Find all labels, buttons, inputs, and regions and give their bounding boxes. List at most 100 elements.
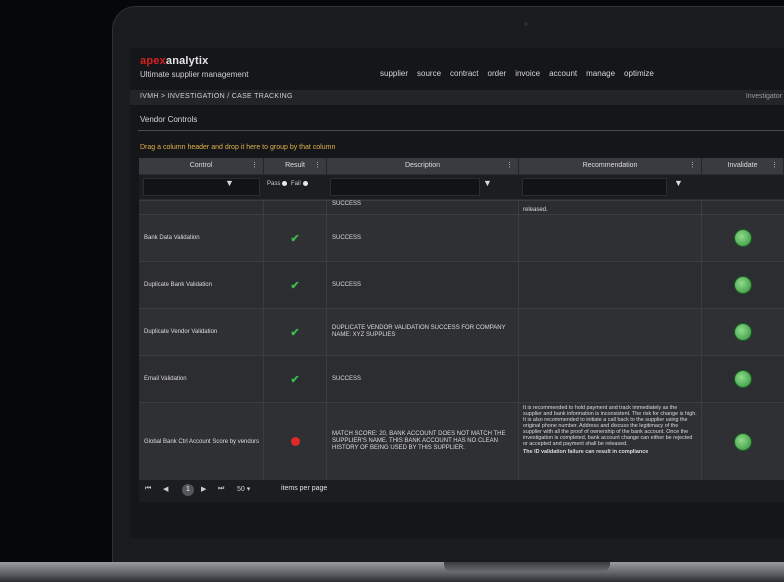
result-cell: ✔ <box>264 309 327 355</box>
recommendation-filter-input[interactable] <box>522 178 667 196</box>
description-filter-input[interactable] <box>330 178 480 196</box>
pass-check-icon: ✔ <box>290 232 300 245</box>
fail-label: Fail <box>291 181 301 188</box>
column-header-result[interactable]: Result ⋮ <box>264 158 327 174</box>
control-cell: Bank Data Validation <box>139 215 264 261</box>
fail-status-icon <box>290 437 300 446</box>
chevron-down-icon: ▾ <box>246 486 251 493</box>
vendor-controls-grid: Control ⋮ Result ⋮ Description ⋮ Recommenda… <box>139 158 784 502</box>
table-row[interactable]: Duplicate Bank Validation ✔ SUCCESS <box>139 261 784 308</box>
table-row[interactable]: Email Validation ✔ SUCCESS <box>139 355 784 402</box>
control-cell: Global Bank Ctrl Account Score by vendor… <box>139 403 264 480</box>
filter-icon[interactable]: ▼ <box>483 178 492 188</box>
invalidate-cell <box>702 262 784 308</box>
last-page-button[interactable]: ⏭ <box>218 485 224 493</box>
description-cell: SUCCESS <box>327 201 519 214</box>
pass-check-icon: ✔ <box>290 326 300 339</box>
next-page-button[interactable]: ▶ <box>201 485 206 493</box>
filter-row: ▼ Pass Fail ▼ ▼ <box>139 175 784 199</box>
control-cell: Duplicate Bank Validation <box>139 262 264 308</box>
invalidate-cell <box>702 309 784 355</box>
fail-radio[interactable] <box>302 181 308 186</box>
description-cell: SUCCESS <box>327 262 519 308</box>
column-label: Description <box>404 162 440 169</box>
invalidate-globe-icon[interactable] <box>734 276 752 294</box>
invalidate-cell <box>702 403 784 480</box>
column-menu-icon[interactable]: ⋮ <box>506 158 513 174</box>
recommendation-cell: released. <box>519 201 702 214</box>
control-filter-input[interactable] <box>143 178 260 196</box>
main-nav: supplier source contract order invoice a… <box>380 69 654 78</box>
camera-icon <box>524 22 528 26</box>
items-per-page-label: items per page <box>281 485 328 492</box>
group-by-hint[interactable]: Drag a column header and drop it here to… <box>140 144 335 151</box>
page-size-select[interactable]: 50 ▾ <box>237 485 250 493</box>
column-label: Result <box>285 162 305 169</box>
result-cell <box>264 201 327 214</box>
table-row[interactable]: Duplicate Vendor Validation ✔ DUPLICATE … <box>139 308 784 355</box>
column-header-control[interactable]: Control ⋮ <box>139 158 264 174</box>
invalidate-cell <box>702 356 784 402</box>
column-menu-icon[interactable]: ⋮ <box>771 158 778 174</box>
column-label: Control <box>189 162 213 169</box>
nav-account[interactable]: account <box>549 69 577 78</box>
recommendation-trailing-text: The ID validation failure can result in … <box>523 449 649 455</box>
pass-label: Pass <box>267 181 281 188</box>
recommendation-text: It is recommended to hold payment and tr… <box>523 405 697 447</box>
screen: apexanalytix Ultimate supplier managemen… <box>130 48 784 538</box>
nav-supplier[interactable]: supplier <box>380 69 408 78</box>
nav-invoice[interactable]: invoice <box>515 69 540 78</box>
column-header-invalidate[interactable]: Invalidate ⋮ <box>702 158 784 174</box>
first-page-button[interactable]: ⏮ <box>145 485 151 493</box>
pass-radio[interactable] <box>282 181 288 186</box>
invalidate-cell <box>702 201 784 214</box>
description-cell: MATCH SCORE: 20, BANK ACCOUNT DOES NOT M… <box>327 403 519 480</box>
pass-check-icon: ✔ <box>290 279 300 292</box>
nav-contract[interactable]: contract <box>450 69 478 78</box>
current-page-button[interactable]: 1 <box>182 484 194 496</box>
column-menu-icon[interactable]: ⋮ <box>314 158 321 174</box>
table-row[interactable]: Bank Data Validation ✔ SUCCESS <box>139 214 784 261</box>
column-menu-icon[interactable]: ⋮ <box>251 158 258 174</box>
column-label: Recommendation <box>582 162 638 169</box>
recommendation-text: released. <box>523 207 548 213</box>
nav-optimize[interactable]: optimize <box>624 69 654 78</box>
control-cell: Duplicate Vendor Validation <box>139 309 264 355</box>
description-cell: SUCCESS <box>327 215 519 261</box>
description-cell: SUCCESS <box>327 356 519 402</box>
table-row[interactable]: Global Bank Ctrl Account Score by vendor… <box>139 402 784 480</box>
table-row-partial: SUCCESS released. <box>139 200 784 214</box>
invalidate-globe-icon[interactable] <box>734 370 752 388</box>
section-title: Vendor Controls <box>140 115 198 124</box>
invalidate-cell <box>702 215 784 261</box>
nav-order[interactable]: order <box>488 69 507 78</box>
breadcrumb-bar: IVMH > INVESTIGATION / CASE TRACKING Inv… <box>130 90 784 105</box>
invalidate-globe-icon[interactable] <box>734 229 752 247</box>
logo-part2: analytix <box>165 55 209 67</box>
nav-source[interactable]: source <box>417 69 441 78</box>
invalidate-globe-icon[interactable] <box>734 432 752 451</box>
pager: ⏮ ◀ 1 ▶ ⏭ 50 ▾ items per page <box>139 480 784 502</box>
filter-icon[interactable]: ▼ <box>674 178 683 188</box>
column-header-description[interactable]: Description ⋮ <box>327 158 519 174</box>
tagline: Ultimate supplier management <box>140 70 249 79</box>
column-header-recommendation[interactable]: Recommendation ⋮ <box>519 158 702 174</box>
recommendation-cell <box>519 309 702 355</box>
grid-header: Control ⋮ Result ⋮ Description ⋮ Recommenda… <box>139 158 784 174</box>
control-cell: Email Validation <box>139 356 264 402</box>
column-menu-icon[interactable]: ⋮ <box>689 158 696 174</box>
result-filter[interactable]: Pass Fail <box>267 181 310 187</box>
filter-icon[interactable]: ▼ <box>225 178 234 188</box>
invalidate-globe-icon[interactable] <box>734 323 752 341</box>
app-logo[interactable]: apexanalytix <box>140 55 208 67</box>
prev-page-button[interactable]: ◀ <box>163 485 168 493</box>
column-label: Invalidate <box>727 162 758 169</box>
section-divider <box>138 130 784 131</box>
nav-manage[interactable]: manage <box>586 69 615 78</box>
user-label[interactable]: Investigator <box>746 93 782 100</box>
page-size-value: 50 <box>237 486 245 493</box>
breadcrumb: IVMH > INVESTIGATION / CASE TRACKING <box>140 93 293 100</box>
description-text: SUCCESS <box>332 201 362 207</box>
control-cell <box>139 201 264 214</box>
logo-part1: apex <box>140 55 166 67</box>
